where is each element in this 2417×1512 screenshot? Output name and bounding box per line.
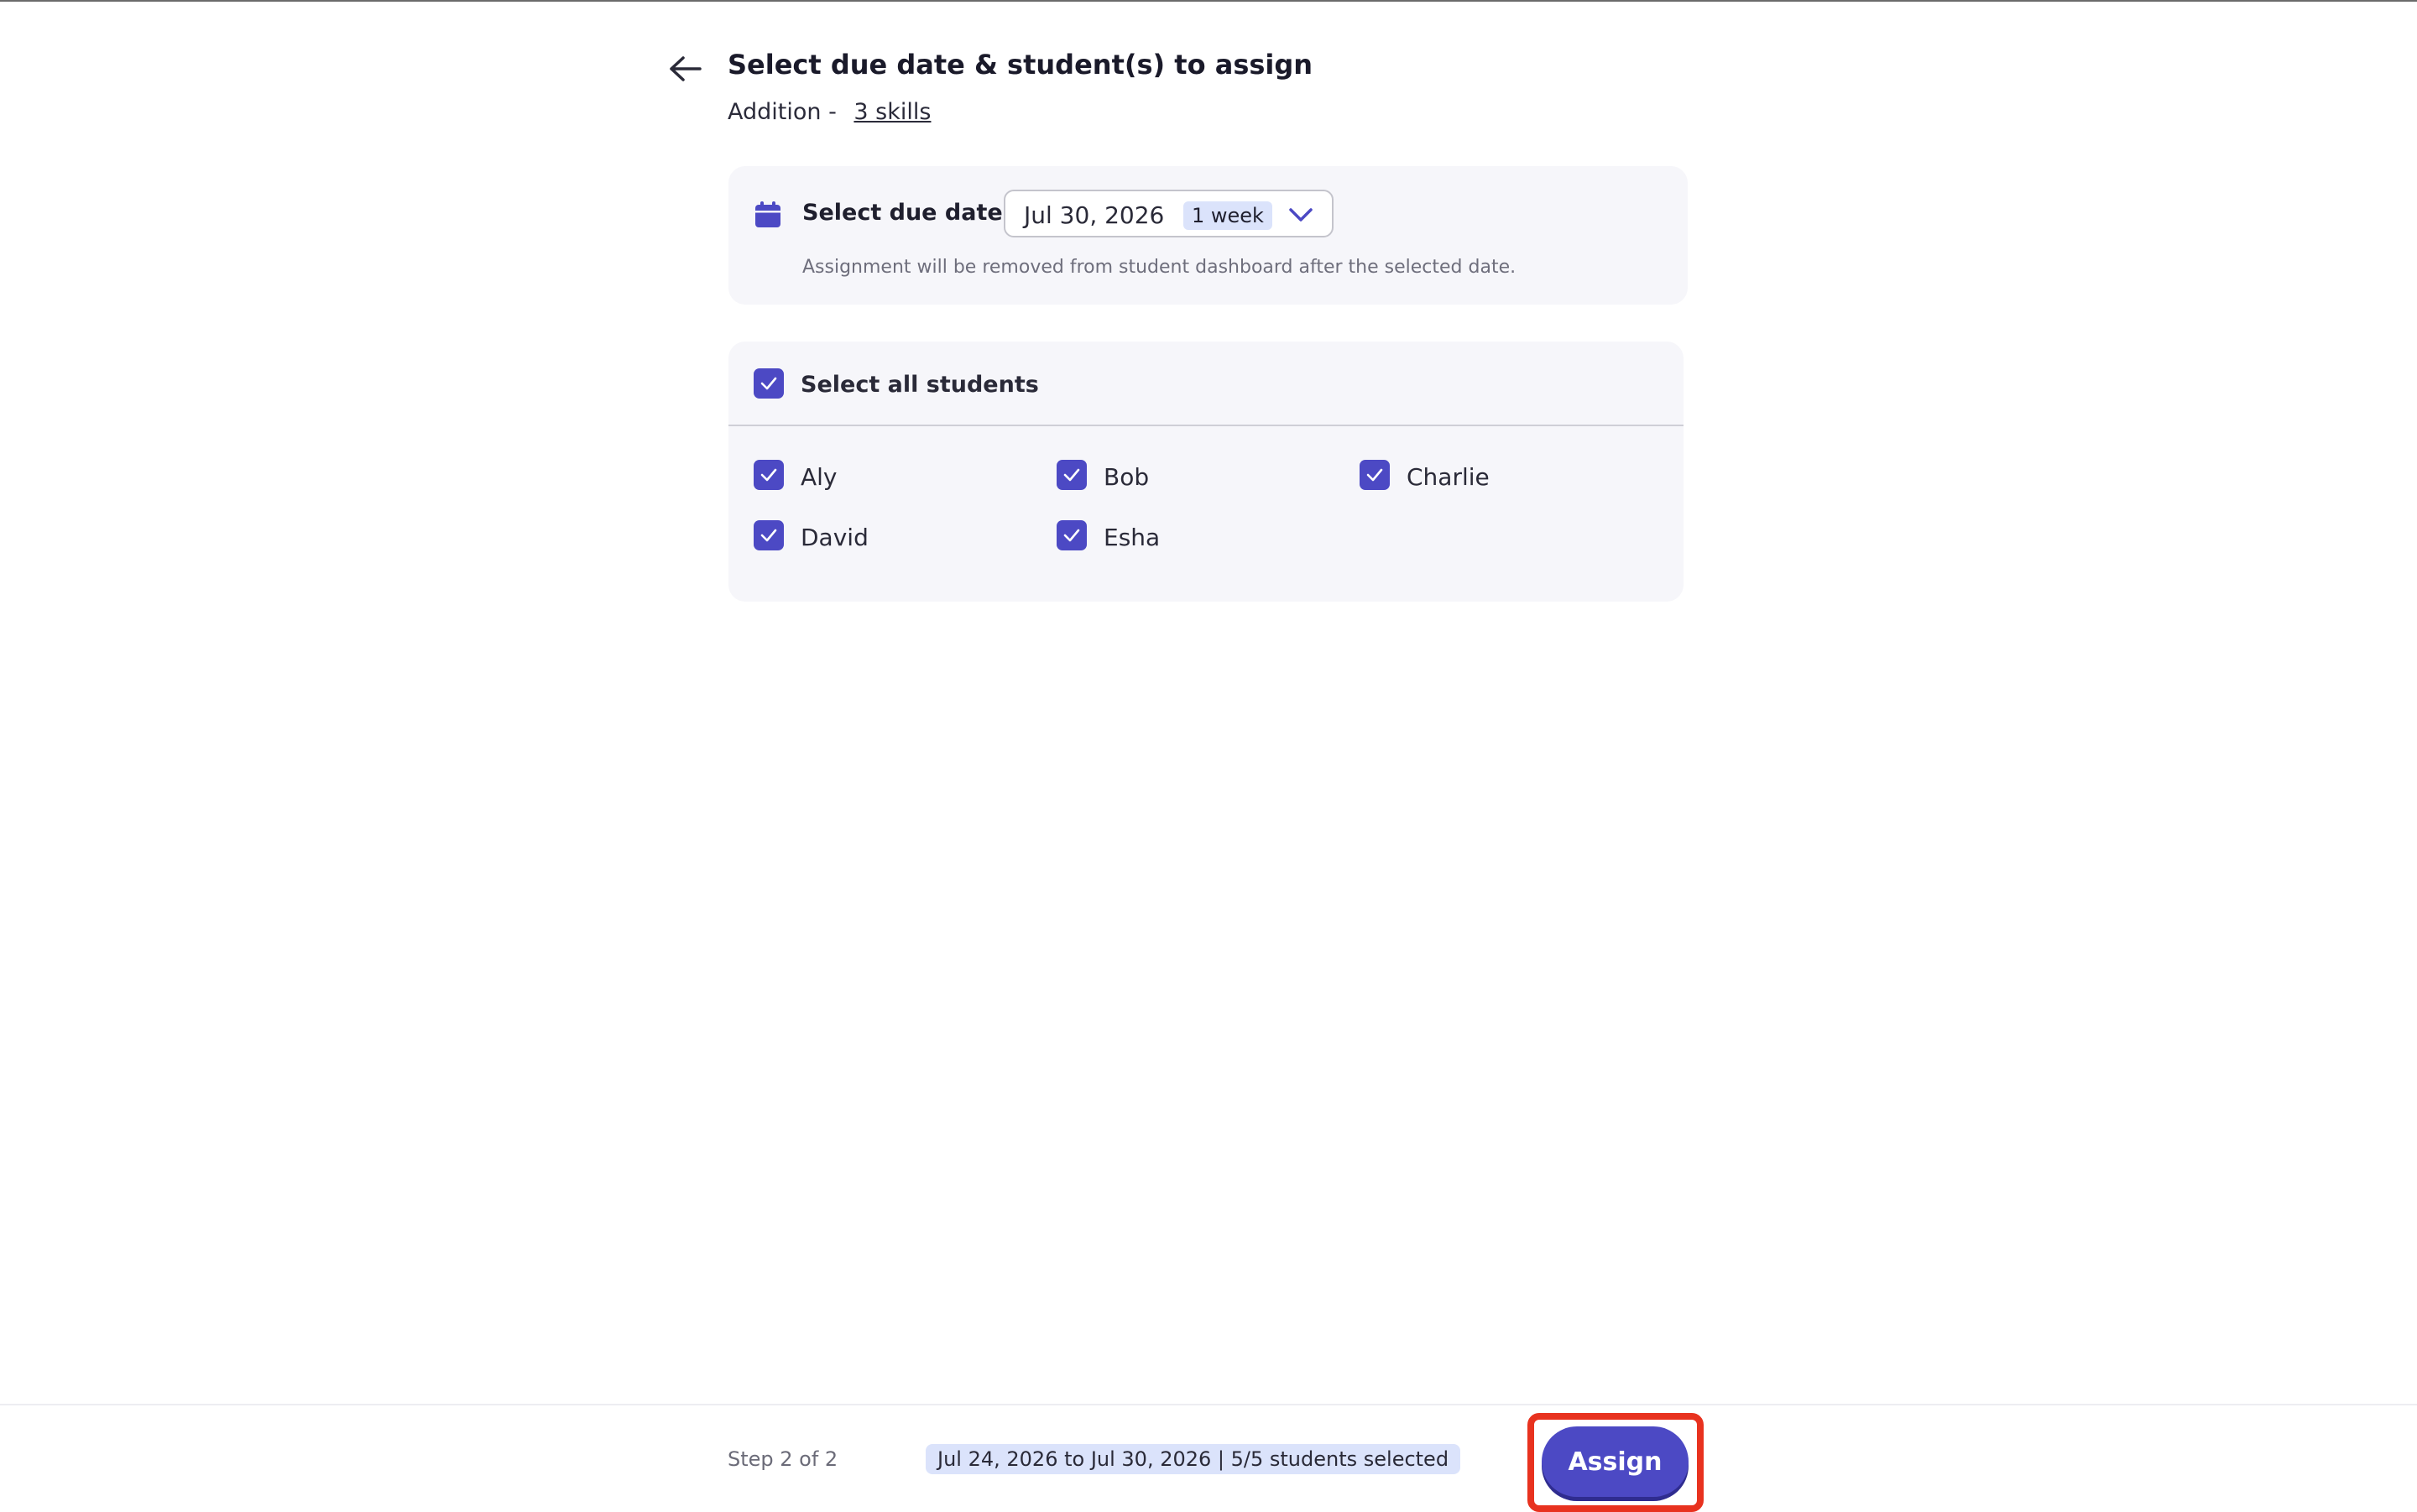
checkmark-icon <box>760 468 777 482</box>
selection-summary-badge: Jul 24, 2026 to Jul 30, 2026 | 5/5 stude… <box>926 1444 1461 1474</box>
topic-label: Addition - <box>728 99 837 125</box>
select-all-checkbox[interactable] <box>754 368 784 399</box>
student-name: Esha <box>1104 524 1161 551</box>
student-name: Bob <box>1104 463 1150 491</box>
checkmark-icon <box>1366 468 1383 482</box>
due-date-dropdown[interactable]: Jul 30, 2026 1 week <box>1004 190 1334 237</box>
due-date-label: Select due date: <box>802 200 1012 226</box>
due-date-note: Assignment will be removed from student … <box>802 257 1516 278</box>
checkmark-icon <box>760 529 777 542</box>
student-checkbox[interactable] <box>754 460 784 490</box>
student-checkbox[interactable] <box>1057 460 1087 490</box>
assign-page: Select due date & student(s) to assign A… <box>0 0 2417 1512</box>
footer-bar: Step 2 of 2 Jul 24, 2026 to Jul 30, 2026… <box>0 1404 2417 1512</box>
duration-badge: 1 week <box>1183 201 1272 230</box>
selected-date: Jul 30, 2026 <box>1024 201 1165 229</box>
student-checkbox[interactable] <box>1057 520 1087 550</box>
due-date-card: Select due date: Jul 30, 2026 1 week Ass… <box>728 166 1688 305</box>
student-checkbox[interactable] <box>1360 460 1390 490</box>
checkmark-icon <box>760 377 777 390</box>
select-all-label: Select all students <box>801 372 1039 398</box>
checkmark-icon <box>1063 529 1080 542</box>
students-card: Select all students Aly Bob Charlie Davi <box>728 342 1684 602</box>
student-checkbox[interactable] <box>754 520 784 550</box>
student-name: Charlie <box>1407 463 1490 491</box>
page-title: Select due date & student(s) to assign <box>728 49 1313 81</box>
chevron-down-icon <box>1287 205 1314 225</box>
skills-link[interactable]: 3 skills <box>854 99 931 125</box>
assign-button[interactable]: Assign <box>1542 1426 1689 1497</box>
select-all-row: Select all students <box>728 342 1684 426</box>
calendar-icon <box>754 201 782 229</box>
student-name: David <box>801 524 869 551</box>
step-indicator: Step 2 of 2 <box>728 1447 838 1471</box>
back-arrow-icon[interactable] <box>663 52 705 86</box>
student-name: Aly <box>801 463 838 491</box>
checkmark-icon <box>1063 468 1080 482</box>
assignment-subtitle: Addition - 3 skills <box>728 99 931 125</box>
